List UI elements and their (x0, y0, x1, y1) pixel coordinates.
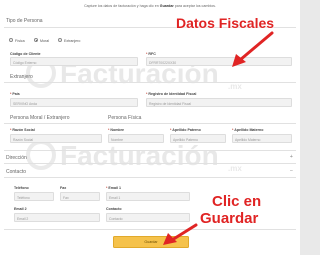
apellido-materno-label: * Apellido Materno (232, 128, 264, 132)
callout-guardar: Guardar (200, 210, 259, 227)
fax-label: Fax (60, 186, 67, 190)
divider (4, 82, 296, 83)
radio-extranjero[interactable] (58, 38, 62, 42)
email1-label: * Email 1 (106, 186, 121, 190)
instructions-text: Capture los datos de facturación y haga … (84, 4, 216, 8)
email1-input[interactable]: Email 1 (106, 192, 190, 201)
divider (4, 123, 296, 124)
apellido-materno-input[interactable]: Apellido Materno (232, 134, 292, 143)
email2-input[interactable]: Email 2 (14, 213, 100, 222)
contacto-input[interactable]: Contacto (106, 213, 190, 222)
divider (4, 163, 296, 164)
email2-label: Email 2 (14, 207, 27, 211)
telefono-input[interactable]: Teléfono (14, 192, 54, 201)
divider (4, 177, 296, 178)
contacto-title: Contacto (6, 168, 27, 175)
callout-datos-fiscales: Datos Fiscales (176, 15, 275, 31)
contacto-section-toggle[interactable]: Contacto − (4, 167, 296, 176)
apellido-paterno-input[interactable]: Apellido Paterno (170, 134, 226, 143)
callout-clic-en: Clic en (212, 193, 262, 210)
radio-extranjero-label: Extranjero (64, 38, 81, 43)
pais-label: * País (10, 92, 20, 96)
collapse-icon[interactable]: − (290, 168, 293, 174)
radio-moral-label: Moral (40, 38, 49, 43)
save-button[interactable]: Guardar (113, 236, 189, 248)
direccion-title: Dirección (6, 154, 27, 161)
radio-fisica-label: Física (15, 38, 25, 43)
radio-moral[interactable] (34, 38, 38, 42)
direccion-section-toggle[interactable]: Dirección + (4, 153, 296, 162)
persona-moral-title: Persona Moral / Extranjero (10, 115, 70, 121)
divider (4, 229, 296, 230)
rfc-input[interactable]: DFRR70022XX30 (146, 57, 292, 66)
registro-fiscal-label: * Registro de Identidad Fiscal (146, 92, 197, 96)
persona-fisica-title: Persona Física (108, 115, 142, 121)
apellido-paterno-label: * Apellido Paterno (170, 128, 201, 132)
razon-social-input[interactable]: Razón Social (10, 134, 102, 143)
pais-input[interactable]: SERVINO Anda (10, 98, 138, 107)
codigo-cliente-label: Código de Cliente (10, 52, 41, 56)
contacto-label: Contacto (106, 207, 122, 211)
rfc-label: * RFC (146, 52, 156, 56)
radio-fisica[interactable] (9, 38, 13, 42)
extranjero-title: Extranjero (10, 74, 33, 80)
expand-icon[interactable]: + (290, 154, 293, 160)
form-page: Facturación .mx Facturación .mx Capture … (0, 0, 300, 255)
telefono-label: Teléfono (14, 186, 29, 190)
registro-fiscal-input[interactable]: Registro de Identidad Fiscal (146, 98, 292, 107)
codigo-cliente-input[interactable]: Código Externo (10, 57, 138, 66)
nombre-input[interactable]: Nombre (108, 134, 164, 143)
tipo-persona-title: Tipo de Persona (6, 18, 43, 24)
fax-input[interactable]: Fax (60, 192, 100, 201)
watermark-suffix: .mx (228, 82, 242, 91)
nombre-label: * Nombre (108, 128, 124, 132)
divider (4, 150, 296, 151)
razon-social-label: * Razón Social (10, 128, 35, 132)
